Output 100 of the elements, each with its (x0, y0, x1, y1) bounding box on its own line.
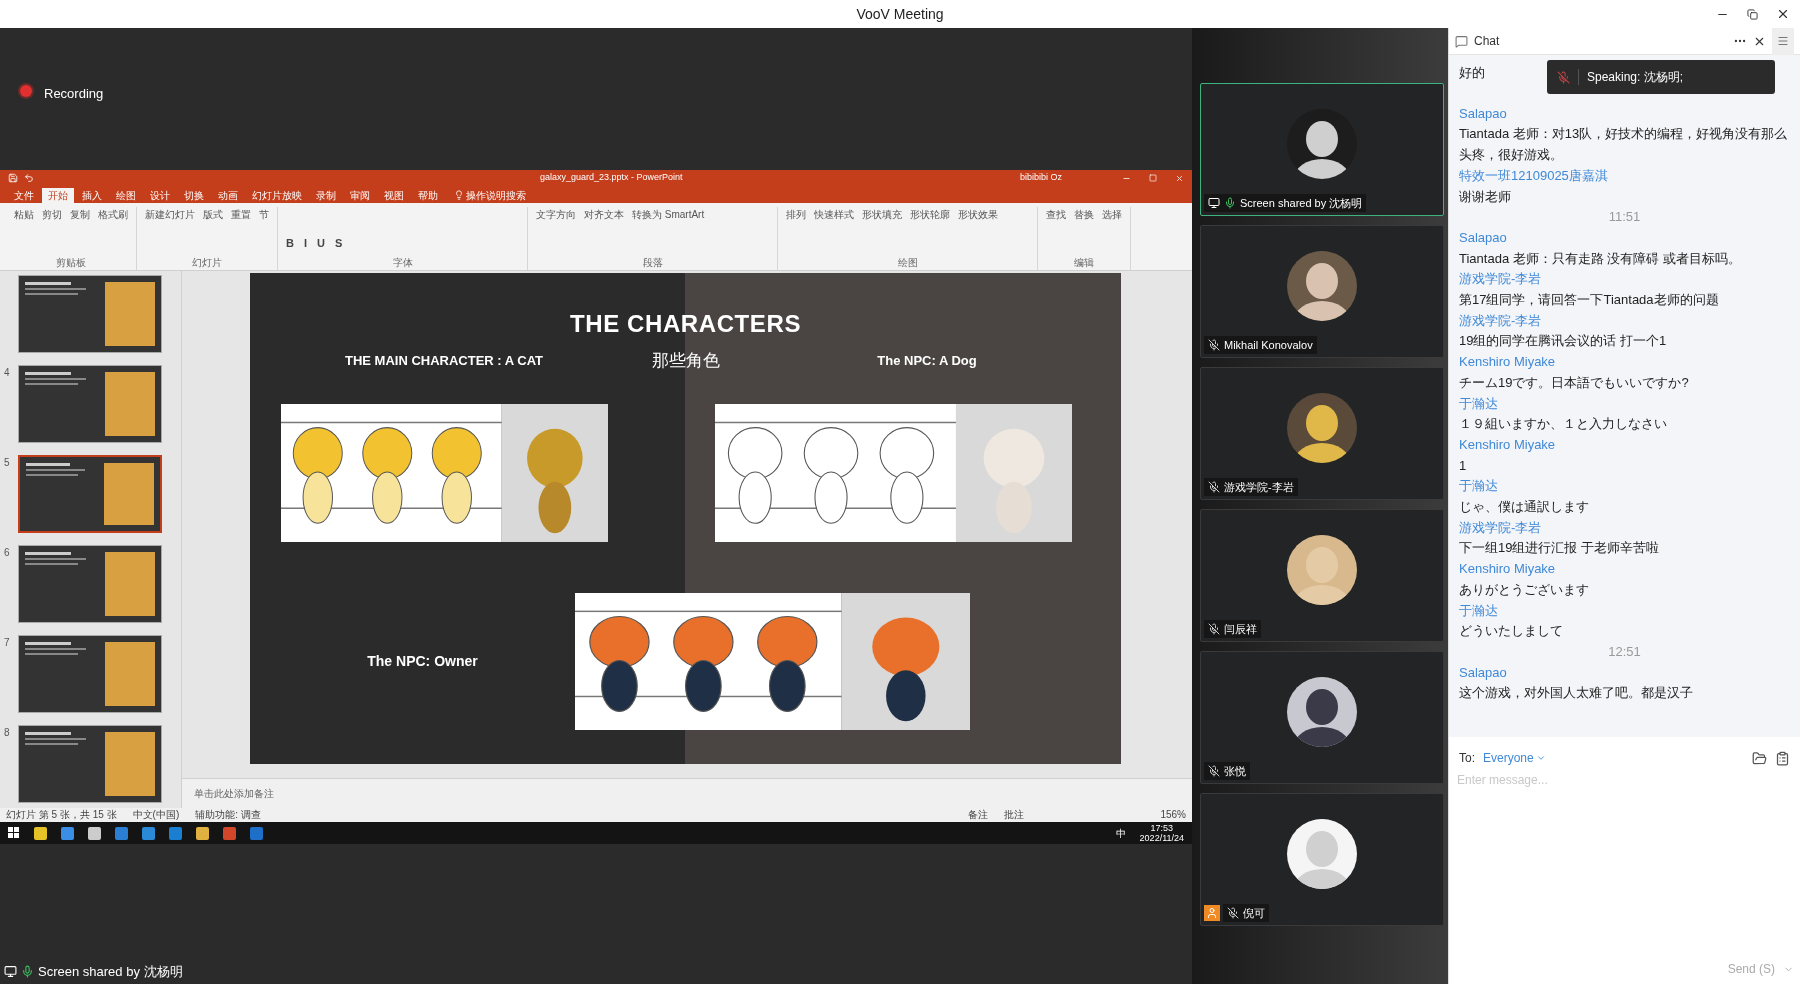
save-icon[interactable] (8, 173, 18, 183)
folder-icon[interactable] (1752, 750, 1767, 766)
chat-sender: Salapao (1459, 104, 1507, 123)
recipient-dropdown[interactable]: Everyone (1483, 749, 1546, 767)
taskbar-app-icon[interactable] (196, 826, 209, 840)
ribbon-button[interactable]: B (286, 234, 294, 251)
ribbon-button[interactable]: 查找 (1046, 207, 1066, 223)
ribbon-button[interactable]: 格式刷 (98, 207, 128, 223)
taskbar-app-icon[interactable] (142, 826, 155, 840)
menu-icon[interactable] (1777, 35, 1789, 47)
slide-thumbnail[interactable] (18, 365, 162, 443)
slide-thumbnail[interactable] (18, 725, 162, 803)
ribbon-button[interactable]: 选择 (1102, 207, 1122, 223)
chat-sender: Kenshiro Miyake (1459, 560, 1556, 579)
screen-share-icon (4, 964, 17, 978)
chat-message: 谢谢老师 (1459, 187, 1511, 206)
slide-heading: The NPC: Owner (366, 652, 479, 671)
ribbon-button[interactable]: 排列 (786, 207, 806, 223)
ribbon-button[interactable]: 替换 (1074, 207, 1094, 223)
slide-number: 8 (4, 726, 11, 740)
slide-thumbnail[interactable] (18, 545, 162, 623)
ribbon-button[interactable]: U (317, 234, 325, 251)
ribbon-tab[interactable]: 插入 (76, 188, 108, 203)
notes-placeholder[interactable]: 单击此处添加备注 (194, 786, 274, 801)
window-title: VooV Meeting (856, 4, 944, 24)
chat-message: Tiantada 老师：对13队，好技术的编程，好视角没有那么头疼，很好游戏。 (1459, 125, 1789, 165)
ribbon-button[interactable]: 形状填充 (862, 207, 902, 223)
ribbon-button[interactable]: I (303, 234, 307, 251)
ribbon-tab[interactable]: 审阅 (344, 188, 376, 203)
ribbon-button[interactable]: 形状轮廓 (910, 207, 950, 223)
ribbon-button[interactable]: 文字方向 (536, 207, 576, 223)
notes-toggle[interactable]: 备注 (968, 809, 989, 821)
restore-icon[interactable] (1747, 8, 1758, 20)
slide-thumbnail[interactable] (18, 275, 162, 353)
chat-sender: 于瀚达 (1459, 394, 1498, 413)
taskbar-app-icon[interactable] (61, 826, 74, 840)
ribbon-tab[interactable]: 文件 (8, 188, 40, 203)
slide-number: 4 (4, 366, 11, 380)
ribbon-tab[interactable]: 动画 (212, 188, 244, 203)
ribbon-button[interactable]: S (334, 234, 343, 251)
document-title: galaxy_guard_23.pptx - PowerPoint (540, 171, 683, 185)
chat-sender: 游戏学院-李岩 (1459, 518, 1542, 537)
user-name: bibibibi Oz (1019, 171, 1062, 185)
participant-name: 倪可 (1243, 905, 1265, 921)
taskbar-app-icon[interactable] (34, 826, 47, 840)
ribbon-button[interactable]: 粘贴 (14, 207, 34, 223)
undo-icon[interactable] (24, 173, 34, 183)
ribbon-button[interactable]: 快速样式 (814, 207, 854, 223)
ribbon-tab[interactable]: 幻灯片放映 (246, 188, 308, 203)
ribbon-tab[interactable]: 视图 (378, 188, 410, 203)
chat-sender: Kenshiro Miyake (1459, 353, 1556, 372)
chat-timestamp: 12:51 (1608, 643, 1641, 661)
taskbar-app-icon[interactable] (88, 826, 101, 840)
ribbon-button[interactable]: 新建幻灯片 (145, 207, 195, 223)
chat-sender: Salapao (1459, 228, 1507, 247)
chat-title: Chat (1474, 33, 1500, 50)
group-label: 字体 (391, 257, 414, 269)
ribbon-button[interactable]: 剪切 (42, 207, 62, 223)
chat-sender: 于瀚达 (1459, 477, 1498, 496)
slide-number: 6 (4, 546, 11, 560)
ribbon-button[interactable]: 重置 (231, 207, 251, 223)
chat-message: じゃ、僕は通訳します (1459, 498, 1589, 517)
chat-message: 这个游戏，对外国人太难了吧。都是汉子 (1459, 684, 1693, 703)
chat-message: 下一组19组进行汇报 于老师辛苦啦 (1459, 539, 1660, 558)
chat-message: ありがとうございます (1459, 580, 1589, 599)
chat-sender: 游戏学院-李岩 (1459, 270, 1542, 289)
ribbon-tab[interactable]: 帮助 (412, 188, 444, 203)
slide-thumbnail[interactable] (18, 635, 162, 713)
ribbon-tab[interactable]: 设计 (144, 188, 176, 203)
ribbon-tab[interactable]: 录制 (310, 188, 342, 203)
slide-thumbnail[interactable] (18, 455, 162, 533)
group-label: 绘图 (896, 257, 919, 269)
clock-time: 17:53 (1150, 823, 1174, 833)
recording-label: Recording (44, 85, 104, 103)
microphone-icon (21, 964, 34, 978)
slide-heading: THE MAIN CHARACTER : A CAT (343, 353, 545, 369)
ribbon-tab[interactable]: 开始 (42, 188, 74, 203)
slide-number: 5 (4, 456, 11, 470)
ribbon-button[interactable]: 版式 (203, 207, 223, 223)
participant-name: 张悦 (1224, 763, 1246, 779)
tell-me-search[interactable]: 操作说明搜索 (466, 188, 526, 203)
windows-start-icon[interactable] (8, 827, 20, 839)
chat-message: １９組いますか、１と入力しなさい (1459, 415, 1667, 434)
ribbon-tab[interactable]: 绘图 (110, 188, 142, 203)
to-label: To: (1459, 750, 1475, 767)
comments-toggle[interactable]: 批注 (1004, 809, 1025, 821)
ribbon-button[interactable]: 形状效果 (958, 207, 998, 223)
slide-heading: The NPC: A Dog (876, 353, 978, 369)
chat-sender: 特效一班12109025唐嘉淇 (1459, 166, 1608, 185)
slide-title: THE CHARACTERS (568, 309, 803, 339)
ribbon-button[interactable]: 对齐文本 (584, 207, 624, 223)
input-method[interactable]: 中 (1115, 825, 1126, 841)
close-icon[interactable] (1776, 7, 1790, 21)
chat-message: どういたしまして (1459, 622, 1563, 641)
ribbon-tab[interactable]: 切换 (178, 188, 210, 203)
ribbon-button[interactable]: 节 (259, 207, 269, 223)
group-label: 编辑 (1073, 257, 1095, 269)
ribbon-button[interactable]: 转换为 SmartArt (632, 207, 705, 223)
clipboard-icon[interactable] (1775, 750, 1790, 766)
ribbon-button[interactable]: 复制 (70, 207, 90, 223)
